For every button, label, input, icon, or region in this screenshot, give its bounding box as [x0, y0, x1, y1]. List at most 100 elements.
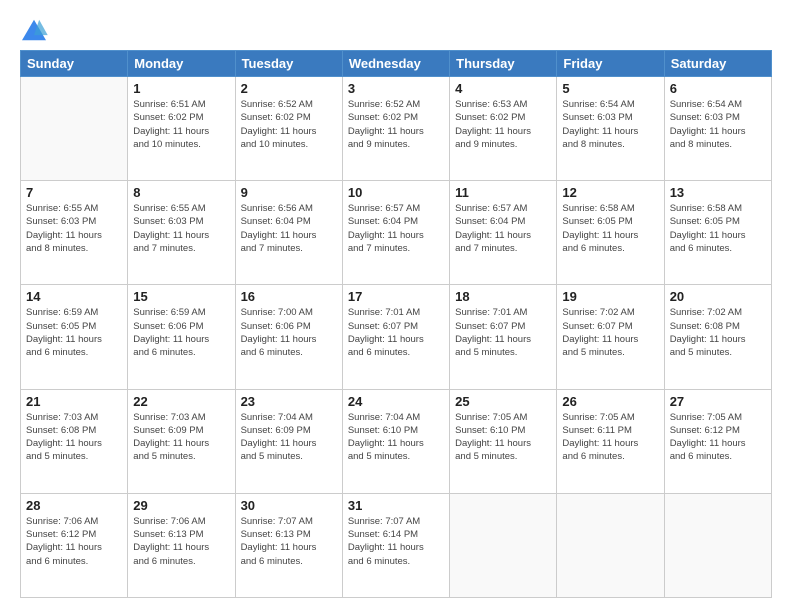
calendar-cell: 7 Sunrise: 6:55 AM Sunset: 6:03 PM Daylig… [21, 181, 128, 285]
calendar-cell: 21Sunrise: 7:03 AM Sunset: 6:08 PM Dayli… [21, 389, 128, 493]
calendar-table: SundayMondayTuesdayWednesdayThursdayFrid… [20, 50, 772, 598]
day-number: 25 [455, 394, 551, 409]
calendar-cell: 24 Sunrise: 7:04 AM Sunset: 6:10 PM Dayli… [342, 389, 449, 493]
day-info: Sunrise: 7:04 AM Sunset: 6:10 PM Dayligh… [348, 411, 444, 464]
calendar-cell: 17 Sunrise: 7:01 AM Sunset: 6:07 PM Dayli… [342, 285, 449, 389]
day-number: 15 [133, 289, 229, 304]
day-number: 3 [348, 81, 444, 96]
day-info: Sunrise: 6:52 AM Sunset: 6:02 PM Dayligh… [241, 98, 337, 151]
day-info: Sunrise: 7:06 AM Sunset: 6:12 PM Dayligh… [26, 515, 122, 568]
day-number: 8 [133, 185, 229, 200]
weekday-header: Wednesday [342, 51, 449, 77]
calendar-week-row: 1 Sunrise: 6:51 AM Sunset: 6:02 PM Daylig… [21, 77, 772, 181]
day-info: Sunrise: 6:54 AM Sunset: 6:03 PM Dayligh… [670, 98, 766, 151]
day-info: Sunrise: 7:04 AM Sunset: 6:09 PM Dayligh… [241, 411, 337, 464]
day-number: 14 [26, 289, 122, 304]
calendar-cell [450, 493, 557, 597]
day-number: 2 [241, 81, 337, 96]
day-info: Sunrise: 7:03 AM Sunset: 6:08 PM Dayligh… [26, 411, 122, 464]
calendar-cell: 9 Sunrise: 6:56 AM Sunset: 6:04 PM Daylig… [235, 181, 342, 285]
weekday-header: Sunday [21, 51, 128, 77]
day-info: Sunrise: 6:55 AM Sunset: 6:03 PM Dayligh… [26, 202, 122, 255]
calendar-cell: 2 Sunrise: 6:52 AM Sunset: 6:02 PM Daylig… [235, 77, 342, 181]
calendar-week-row: 28 Sunrise: 7:06 AM Sunset: 6:12 PM Dayli… [21, 493, 772, 597]
header-row: SundayMondayTuesdayWednesdayThursdayFrid… [21, 51, 772, 77]
calendar-cell: 3 Sunrise: 6:52 AM Sunset: 6:02 PM Daylig… [342, 77, 449, 181]
day-number: 11 [455, 185, 551, 200]
calendar-cell: 29Sunrise: 7:06 AM Sunset: 6:13 PM Dayli… [128, 493, 235, 597]
calendar-cell: 27 Sunrise: 7:05 AM Sunset: 6:12 PM Dayli… [664, 389, 771, 493]
calendar-cell: 4Sunrise: 6:53 AM Sunset: 6:02 PM Daylig… [450, 77, 557, 181]
calendar-cell: 12 Sunrise: 6:58 AM Sunset: 6:05 PM Dayli… [557, 181, 664, 285]
day-info: Sunrise: 6:59 AM Sunset: 6:05 PM Dayligh… [26, 306, 122, 359]
day-info: Sunrise: 6:52 AM Sunset: 6:02 PM Dayligh… [348, 98, 444, 151]
logo-icon [20, 18, 48, 42]
calendar-cell: 15 Sunrise: 6:59 AM Sunset: 6:06 PM Dayli… [128, 285, 235, 389]
day-number: 7 [26, 185, 122, 200]
calendar-cell: 20 Sunrise: 7:02 AM Sunset: 6:08 PM Dayli… [664, 285, 771, 389]
day-info: Sunrise: 6:57 AM Sunset: 6:04 PM Dayligh… [348, 202, 444, 255]
calendar-cell: 30 Sunrise: 7:07 AM Sunset: 6:13 PM Dayli… [235, 493, 342, 597]
day-number: 12 [562, 185, 658, 200]
weekday-header: Thursday [450, 51, 557, 77]
calendar-week-row: 14 Sunrise: 6:59 AM Sunset: 6:05 PM Dayli… [21, 285, 772, 389]
day-info: Sunrise: 6:54 AM Sunset: 6:03 PM Dayligh… [562, 98, 658, 151]
day-info: Sunrise: 7:02 AM Sunset: 6:08 PM Dayligh… [670, 306, 766, 359]
day-info: Sunrise: 7:05 AM Sunset: 6:11 PM Dayligh… [562, 411, 658, 464]
day-number: 26 [562, 394, 658, 409]
day-number: 10 [348, 185, 444, 200]
day-info: Sunrise: 6:57 AM Sunset: 6:04 PM Dayligh… [455, 202, 551, 255]
weekday-header: Saturday [664, 51, 771, 77]
logo [20, 18, 52, 42]
day-info: Sunrise: 7:01 AM Sunset: 6:07 PM Dayligh… [348, 306, 444, 359]
calendar-cell: 14 Sunrise: 6:59 AM Sunset: 6:05 PM Dayli… [21, 285, 128, 389]
weekday-header: Tuesday [235, 51, 342, 77]
day-number: 28 [26, 498, 122, 513]
day-info: Sunrise: 7:05 AM Sunset: 6:10 PM Dayligh… [455, 411, 551, 464]
weekday-header: Monday [128, 51, 235, 77]
day-number: 30 [241, 498, 337, 513]
day-info: Sunrise: 7:06 AM Sunset: 6:13 PM Dayligh… [133, 515, 229, 568]
day-number: 9 [241, 185, 337, 200]
calendar-cell [21, 77, 128, 181]
day-info: Sunrise: 6:56 AM Sunset: 6:04 PM Dayligh… [241, 202, 337, 255]
day-info: Sunrise: 6:51 AM Sunset: 6:02 PM Dayligh… [133, 98, 229, 151]
day-number: 17 [348, 289, 444, 304]
day-info: Sunrise: 6:55 AM Sunset: 6:03 PM Dayligh… [133, 202, 229, 255]
day-number: 27 [670, 394, 766, 409]
calendar-cell: 19 Sunrise: 7:02 AM Sunset: 6:07 PM Dayli… [557, 285, 664, 389]
day-number: 23 [241, 394, 337, 409]
calendar-cell: 10 Sunrise: 6:57 AM Sunset: 6:04 PM Dayli… [342, 181, 449, 285]
calendar-cell: 5 Sunrise: 6:54 AM Sunset: 6:03 PM Daylig… [557, 77, 664, 181]
page: SundayMondayTuesdayWednesdayThursdayFrid… [0, 0, 792, 612]
calendar-cell: 31Sunrise: 7:07 AM Sunset: 6:14 PM Dayli… [342, 493, 449, 597]
calendar-cell: 22Sunrise: 7:03 AM Sunset: 6:09 PM Dayli… [128, 389, 235, 493]
calendar-cell: 6 Sunrise: 6:54 AM Sunset: 6:03 PM Daylig… [664, 77, 771, 181]
day-info: Sunrise: 7:05 AM Sunset: 6:12 PM Dayligh… [670, 411, 766, 464]
calendar-cell: 18Sunrise: 7:01 AM Sunset: 6:07 PM Dayli… [450, 285, 557, 389]
day-info: Sunrise: 7:07 AM Sunset: 6:13 PM Dayligh… [241, 515, 337, 568]
day-info: Sunrise: 6:58 AM Sunset: 6:05 PM Dayligh… [670, 202, 766, 255]
calendar-cell: 26 Sunrise: 7:05 AM Sunset: 6:11 PM Dayli… [557, 389, 664, 493]
day-info: Sunrise: 7:03 AM Sunset: 6:09 PM Dayligh… [133, 411, 229, 464]
calendar-cell: 13Sunrise: 6:58 AM Sunset: 6:05 PM Dayli… [664, 181, 771, 285]
weekday-header: Friday [557, 51, 664, 77]
day-info: Sunrise: 6:59 AM Sunset: 6:06 PM Dayligh… [133, 306, 229, 359]
day-number: 24 [348, 394, 444, 409]
day-number: 6 [670, 81, 766, 96]
day-number: 19 [562, 289, 658, 304]
day-number: 5 [562, 81, 658, 96]
calendar-cell: 16Sunrise: 7:00 AM Sunset: 6:06 PM Dayli… [235, 285, 342, 389]
day-info: Sunrise: 6:53 AM Sunset: 6:02 PM Dayligh… [455, 98, 551, 151]
day-number: 31 [348, 498, 444, 513]
day-number: 1 [133, 81, 229, 96]
day-info: Sunrise: 6:58 AM Sunset: 6:05 PM Dayligh… [562, 202, 658, 255]
calendar-cell: 28 Sunrise: 7:06 AM Sunset: 6:12 PM Dayli… [21, 493, 128, 597]
day-number: 18 [455, 289, 551, 304]
day-info: Sunrise: 7:02 AM Sunset: 6:07 PM Dayligh… [562, 306, 658, 359]
calendar-week-row: 21Sunrise: 7:03 AM Sunset: 6:08 PM Dayli… [21, 389, 772, 493]
day-number: 16 [241, 289, 337, 304]
day-number: 20 [670, 289, 766, 304]
calendar-cell [557, 493, 664, 597]
calendar-cell: 1 Sunrise: 6:51 AM Sunset: 6:02 PM Daylig… [128, 77, 235, 181]
